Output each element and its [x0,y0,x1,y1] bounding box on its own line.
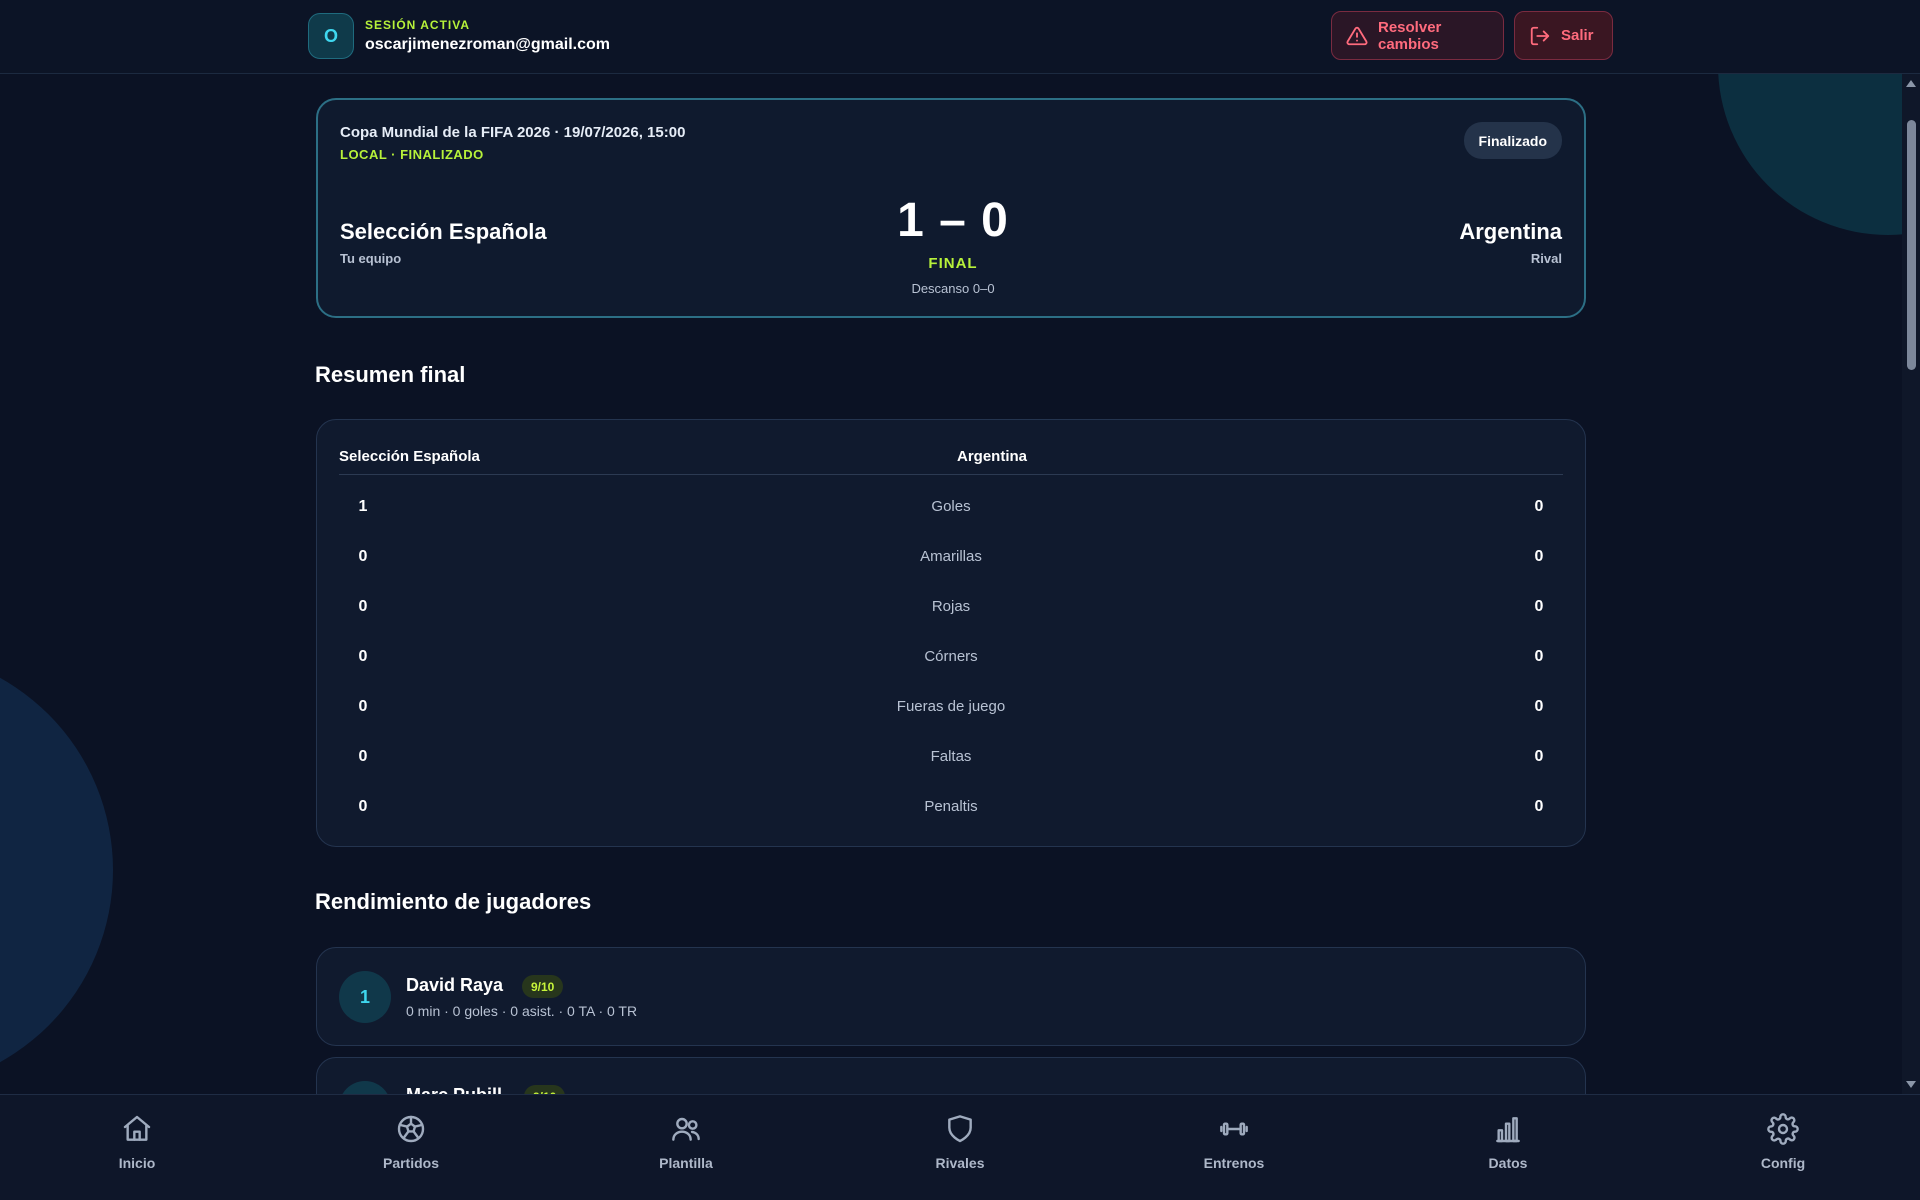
vertical-scrollbar[interactable] [1902,74,1920,1094]
summary-away-value: 0 [1534,648,1544,665]
status-badge: Finalizado [1463,122,1562,159]
player-rating-badge: 9/10 [524,1085,566,1094]
summary-away-header: Argentina [957,448,1028,465]
player-number: 1 [339,971,391,1023]
nav-item-plantilla[interactable]: Plantilla [626,1113,746,1171]
content-scroll-area[interactable]: Copa Mundial de la FIFA 2026 · 19/07/202… [0,74,1902,1094]
player-name: David Raya [406,975,504,995]
dumbbell-icon [1220,1122,1248,1136]
match-score: 1 – 0 [897,194,1009,247]
summary-away-value: 0 [1534,548,1544,565]
summary-row: 0 Faltas 0 [339,733,1563,783]
summary-label: Goles [931,498,971,515]
shield-icon [948,1115,972,1143]
nav-item-datos[interactable]: Datos [1448,1113,1568,1171]
ball-icon [397,1115,425,1143]
session-email: oscarjimenezroman@gmail.com [365,36,611,53]
summary-home-header: Selección Española [339,448,480,465]
top-header: O SESIÓN ACTIVA oscarjimenezroman@gmail.… [0,0,1920,74]
summary-away-value: 0 [1534,598,1544,615]
divider [339,474,1563,475]
resolve-changes-button[interactable]: Resolver cambios [1331,11,1504,60]
summary-table: Selección Española Argentina 1 Goles 0 0… [316,419,1586,847]
logout-icon [1530,26,1550,45]
nav-label: Inicio [118,1155,156,1171]
logout-label: Salir [1561,27,1594,44]
summary-label: Fueras de juego [896,698,1006,715]
summary-label: Rojas [931,598,971,615]
summary-row: 1 Goles 0 [339,483,1563,533]
scroll-up-arrow[interactable] [1906,80,1916,87]
summary-row: 0 Córners 0 [339,633,1563,683]
summary-label: Amarillas [920,548,982,565]
summary-away-value: 0 [1534,798,1544,815]
users-icon [672,1117,700,1141]
summary-away-value: 0 [1534,498,1544,515]
summary-row: 0 Amarillas 0 [339,533,1563,583]
halftime-score: Descanso 0–0 [911,281,995,296]
summary-label: Penaltis [924,798,978,815]
player-card[interactable]: Marc Pubill 9/10 [316,1057,1586,1094]
nav-label: Datos [1488,1155,1528,1171]
nav-label: Partidos [382,1155,439,1171]
summary-away-value: 0 [1534,748,1544,765]
summary-row: 0 Penaltis 0 [339,783,1563,833]
nav-item-partidos[interactable]: Partidos [351,1113,471,1171]
match-card: Copa Mundial de la FIFA 2026 · 19/07/202… [316,98,1586,318]
summary-label: Córners [924,648,978,665]
away-team-name: Argentina [1459,219,1562,244]
logout-button[interactable]: Salir [1514,11,1613,60]
nav-item-rivales[interactable]: Rivales [900,1113,1020,1171]
summary-title: Resumen final [315,362,466,387]
scrollbar-thumb[interactable] [1907,120,1916,370]
player-card[interactable]: 1 David Raya 9/10 0 min · 0 goles · 0 as… [316,947,1586,1046]
nav-item-entrenos[interactable]: Entrenos [1174,1113,1294,1171]
players-title: Rendimiento de jugadores [315,889,592,914]
match-meta: Copa Mundial de la FIFA 2026 · 19/07/202… [340,124,686,141]
bottom-navigation: Inicio Partidos Plantilla Rivales Entren… [0,1094,1920,1200]
resolve-changes-label: Resolver cambios [1378,18,1442,53]
nav-item-inicio[interactable]: Inicio [77,1113,197,1171]
final-label: FINAL [928,255,978,272]
summary-away-value: 0 [1534,698,1544,715]
warning-icon [1346,26,1368,45]
player-number [339,1081,391,1094]
home-icon [123,1115,151,1141]
match-subtitle: LOCAL · FINALIZADO [340,147,484,162]
nav-item-config[interactable]: Config [1723,1113,1843,1171]
nav-label: Plantilla [659,1155,713,1171]
summary-row: 0 Fueras de juego 0 [339,683,1563,733]
home-team-role: Tu equipo [340,251,402,266]
bar-chart-icon [1496,1117,1520,1143]
player-stats: 0 min · 0 goles · 0 asist. · 0 TA · 0 TR [406,1003,638,1019]
nav-label: Rivales [935,1155,985,1171]
avatar[interactable]: O [308,13,354,59]
nav-label: Entrenos [1203,1155,1265,1171]
nav-label: Config [1760,1155,1806,1171]
summary-row: 0 Rojas 0 [339,583,1563,633]
player-name: Marc Pubill [406,1085,502,1094]
session-label: SESIÓN ACTIVA [365,18,471,32]
player-rating-badge: 9/10 [522,975,564,998]
gear-icon [1767,1113,1799,1145]
home-team-name: Selección Española [340,219,547,244]
away-team-role: Rival [1530,251,1562,266]
summary-label: Faltas [930,748,972,765]
scroll-down-arrow[interactable] [1906,1081,1916,1088]
